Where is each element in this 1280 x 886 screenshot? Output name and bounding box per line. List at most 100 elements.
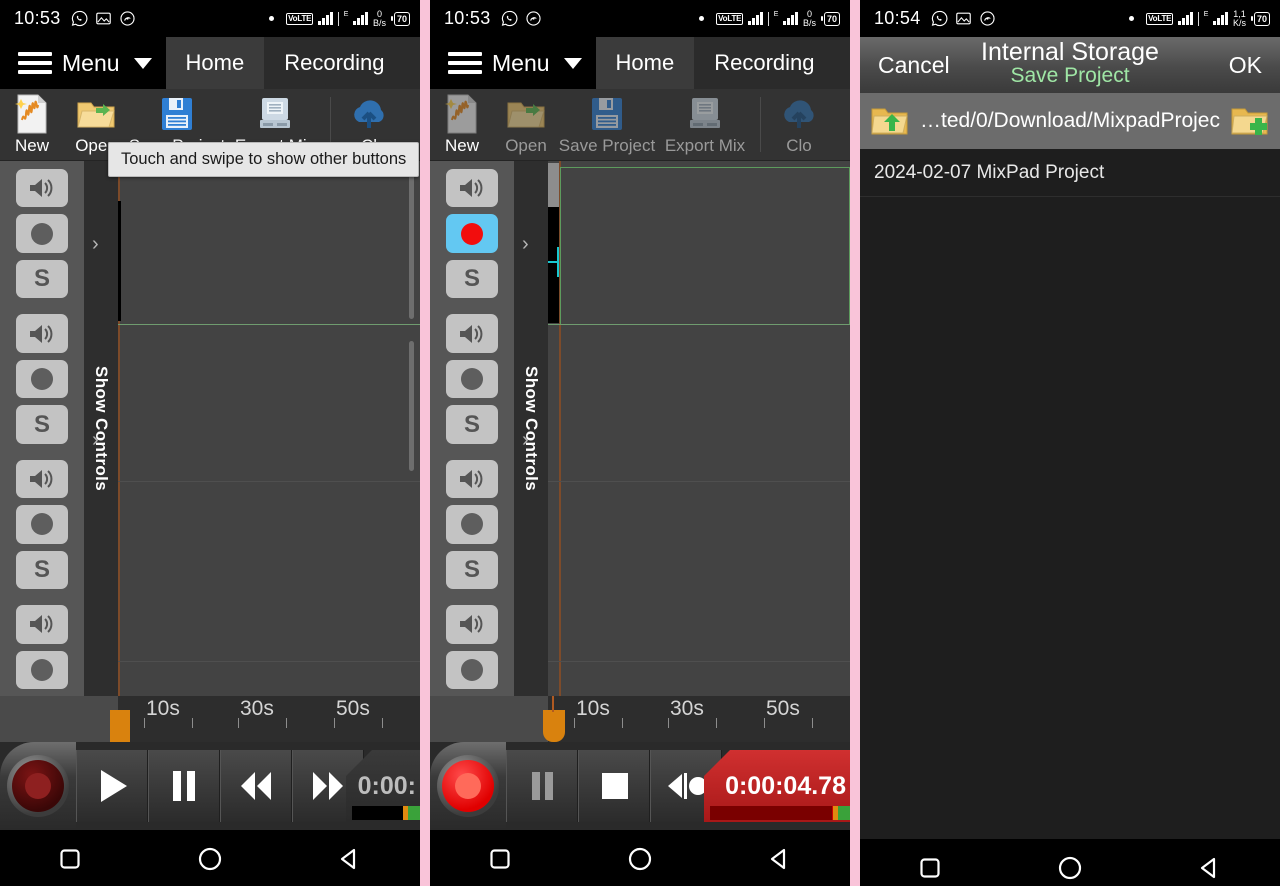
menu-button-2[interactable]: Menu <box>430 37 596 89</box>
track2-solo-button-2[interactable]: S <box>446 405 498 444</box>
track3-solo-button-2[interactable]: S <box>446 550 498 590</box>
status-time: 10:53 <box>14 8 61 28</box>
timecode-display-2[interactable]: 0:00:04.78 <box>704 750 850 822</box>
track4-mute-button[interactable] <box>16 605 68 644</box>
transport-bar-1: 0:00: <box>0 742 420 830</box>
timecode-2: 0:00:04.78 <box>725 771 846 800</box>
vertical-scrollbar-b[interactable] <box>409 341 414 471</box>
file-list[interactable]: 2024-02-07 MixPad Project <box>860 149 1280 839</box>
tab-effects[interactable]: Ed <box>404 37 420 89</box>
chevron-right-icon-2: › <box>92 429 99 451</box>
track3-mute-button[interactable] <box>16 459 68 499</box>
pause-button-2[interactable] <box>506 750 578 822</box>
status-bar-3: 10:54 VoLTE E 1,1 K/s 70 <box>860 0 1280 37</box>
tab-effects-2[interactable]: Ed <box>834 37 850 89</box>
timeline-canvas-1[interactable] <box>118 161 420 696</box>
track4-record-arm-button-2[interactable] <box>446 650 498 690</box>
track2-solo-button[interactable]: S <box>16 405 68 444</box>
ribbon-open-button-2[interactable]: Open <box>494 89 558 160</box>
track2-mute-button-2[interactable] <box>446 314 498 353</box>
home-circle-icon-3[interactable] <box>1057 855 1083 881</box>
record-button-1[interactable] <box>7 755 69 817</box>
signal-bars-sim2-icon-3 <box>1213 12 1228 25</box>
track-boundary-1 <box>118 324 420 325</box>
rewind-button-1[interactable] <box>220 750 292 822</box>
back-triangle-icon[interactable] <box>338 847 362 871</box>
timeline-canvas-2[interactable] <box>548 161 850 696</box>
ribbon-save-project-button-2[interactable]: Save Project <box>558 89 656 160</box>
timecode-1: 0:00: <box>357 771 416 800</box>
status-left-icons-2 <box>501 10 542 27</box>
ruler-label-30s: 30s <box>240 697 274 720</box>
pause-button-1[interactable] <box>148 750 220 822</box>
track3-solo-button[interactable]: S <box>16 550 68 590</box>
track1-mute-button-2[interactable] <box>446 169 498 208</box>
ribbon-new-button[interactable]: New <box>0 89 64 160</box>
android-navbar-2 <box>430 830 850 886</box>
cloud-upload-icon <box>777 93 821 135</box>
recents-square-icon-3[interactable] <box>918 856 942 880</box>
loop-marker-1[interactable] <box>110 710 130 742</box>
track1-record-arm-button[interactable] <box>16 214 68 253</box>
three-panel-screenshot: 10:53 VoLTE E 0 B/s 70 Menu Home Recordi… <box>0 0 1280 886</box>
home-circle-icon[interactable] <box>197 846 223 872</box>
status-bar-2: 10:53 VoLTE E 0 B/s 70 <box>430 0 850 37</box>
track3-record-arm-button[interactable] <box>16 505 68 544</box>
gallery-icon <box>95 10 112 27</box>
track3-mute-button-2[interactable] <box>446 459 498 499</box>
show-controls-strip-2[interactable]: › Show Controls › <box>514 161 548 696</box>
notification-dot-icon <box>269 16 275 21</box>
ruler2-label-10s: 10s <box>576 697 610 720</box>
chevron-right-icon: › <box>92 233 99 255</box>
new-file-icon <box>14 93 50 135</box>
ok-button[interactable]: OK <box>1229 52 1262 79</box>
track1-solo-button[interactable]: S <box>16 259 68 299</box>
screencast-icon <box>979 10 996 27</box>
record-button-2[interactable] <box>437 755 499 817</box>
folder-up-icon[interactable] <box>870 104 910 138</box>
track4-record-arm-button[interactable] <box>16 650 68 690</box>
track2-mute-button[interactable] <box>16 314 68 353</box>
file-list-empty-area <box>860 197 1280 839</box>
track1-solo-button-2[interactable]: S <box>446 259 498 299</box>
list-item[interactable]: 2024-02-07 MixPad Project <box>860 149 1280 197</box>
home-circle-icon-2[interactable] <box>627 846 653 872</box>
chevron-right-icon-2a: › <box>522 233 529 255</box>
net-speed-unit-2: B/s <box>802 17 816 28</box>
track1-record-arm-button-2[interactable] <box>446 214 498 253</box>
back-triangle-icon-2[interactable] <box>768 847 792 871</box>
tab-home-2[interactable]: Home <box>595 37 695 89</box>
stop-button-2[interactable] <box>578 750 650 822</box>
play-button-1[interactable] <box>76 750 148 822</box>
recents-square-icon-2[interactable] <box>488 847 512 871</box>
ribbon-new-button-2[interactable]: New <box>430 89 494 160</box>
menu-button[interactable]: Menu <box>0 37 166 89</box>
signal-bars-sim1-icon <box>318 12 333 25</box>
track-boundary-2b <box>548 481 850 482</box>
timeline-ruler-1[interactable]: 10s 30s 50s 1m:10s 1m <box>0 696 420 742</box>
track1-mute-button[interactable] <box>16 169 68 208</box>
loop-marker-2[interactable] <box>543 710 565 742</box>
record-button-housing-2 <box>430 742 506 830</box>
cancel-button[interactable]: Cancel <box>878 52 950 79</box>
export-mix-icon <box>258 93 292 135</box>
track2-record-arm-button-2[interactable] <box>446 359 498 399</box>
vertical-scrollbar-a[interactable] <box>409 167 414 319</box>
battery-icon-3: 70 <box>1250 11 1270 26</box>
tab-recording[interactable]: Recording <box>264 37 405 89</box>
tab-home[interactable]: Home <box>165 37 265 89</box>
speaker-icon <box>30 469 53 488</box>
recents-square-icon[interactable] <box>58 847 82 871</box>
folder-new-icon[interactable] <box>1230 104 1270 138</box>
timeline-ruler-2[interactable]: 10s 30s 50s 1m:10s 1m <box>430 696 850 742</box>
track2-record-arm-button[interactable] <box>16 359 68 399</box>
show-controls-strip-1[interactable]: › Show Controls › <box>84 161 118 696</box>
back-triangle-icon-3[interactable] <box>1198 856 1222 880</box>
track4-mute-button-2[interactable] <box>446 605 498 644</box>
ribbon-cloud-button-2[interactable]: Clo <box>767 89 831 160</box>
ribbon-new-label: New <box>14 136 49 155</box>
tab-recording-2[interactable]: Recording <box>694 37 835 89</box>
track3-record-arm-button-2[interactable] <box>446 505 498 544</box>
ribbon-export-mix-button-2[interactable]: Export Mix <box>656 89 754 160</box>
ribbon-divider-2 <box>760 97 761 152</box>
